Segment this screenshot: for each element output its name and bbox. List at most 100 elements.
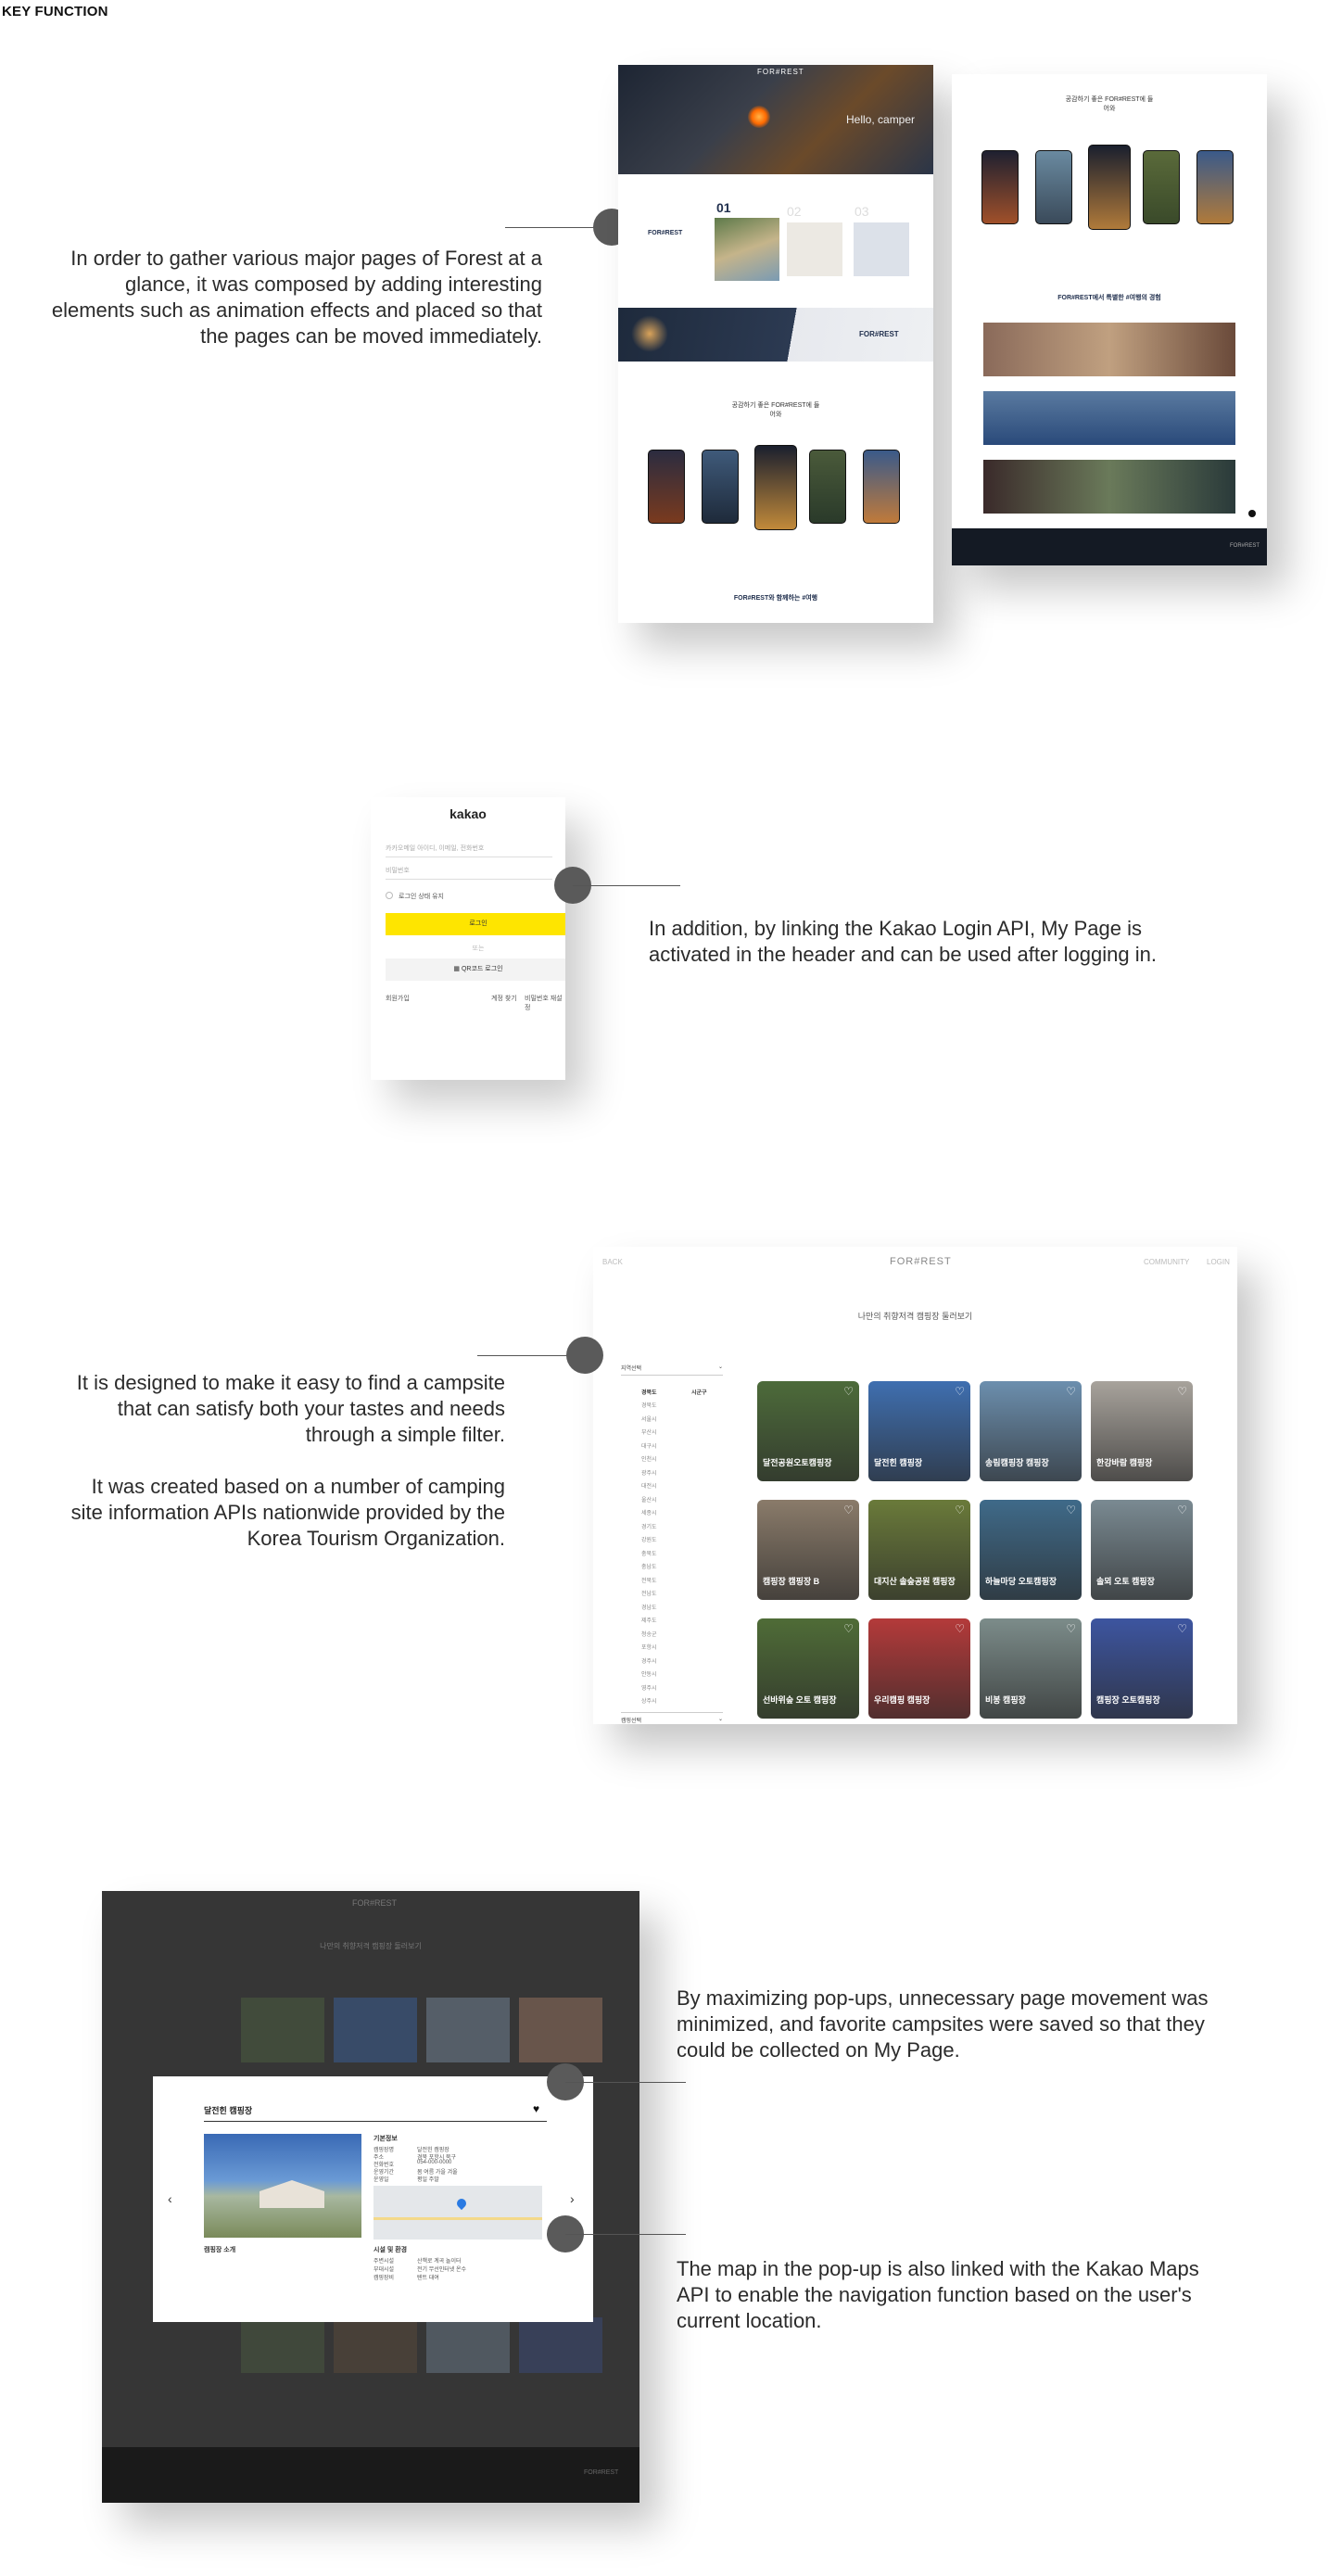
- login-description: In addition, by linking the Kakao Login …: [649, 916, 1223, 968]
- heart-icon[interactable]: ♡: [843, 1622, 854, 1635]
- heart-icon[interactable]: ♡: [1177, 1504, 1187, 1516]
- scroll-top-button[interactable]: [1248, 510, 1256, 517]
- kakao-login-button[interactable]: 로그인: [386, 913, 565, 935]
- back-link[interactable]: BACK: [602, 1258, 623, 1266]
- bg-thumb-3: [426, 1998, 510, 2062]
- next-arrow-icon[interactable]: ›: [570, 2191, 575, 2206]
- desc-header: 캠핑장 소개: [204, 2247, 236, 2253]
- sub-card-3[interactable]: [1088, 145, 1131, 230]
- heart-icon[interactable]: ♡: [1177, 1385, 1187, 1398]
- filter-description-text-2: It was created based on a number of camp…: [70, 1475, 505, 1550]
- popup-bg-logo: FOR#REST: [352, 1898, 398, 1908]
- camp-filter[interactable]: 캠핑선택 ⌄: [621, 1712, 723, 1724]
- region-option[interactable]: 경기도: [641, 1522, 657, 1530]
- region-option[interactable]: 광주시: [641, 1468, 657, 1477]
- community-card-4[interactable]: [809, 450, 846, 524]
- community-card-3[interactable]: [754, 445, 797, 530]
- region-option[interactable]: 영주시: [641, 1683, 657, 1692]
- campsite-card[interactable]: ♡ 대지산 솔숲공원 캠핑장: [868, 1500, 970, 1600]
- map-pin-icon[interactable]: [454, 2196, 469, 2211]
- community-card-1[interactable]: [648, 450, 685, 524]
- heart-icon[interactable]: ♡: [843, 1504, 854, 1516]
- region-option[interactable]: 경북도: [641, 1401, 657, 1409]
- region-option[interactable]: 전남도: [641, 1589, 657, 1597]
- region-option[interactable]: 상주시: [641, 1696, 657, 1705]
- hero-logo[interactable]: FOR#REST: [757, 68, 804, 76]
- region-option[interactable]: 대구시: [641, 1441, 657, 1450]
- heart-icon[interactable]: ♡: [843, 1385, 854, 1398]
- community-card-5[interactable]: [863, 450, 900, 524]
- region-option[interactable]: 충북도: [641, 1549, 657, 1557]
- campsite-card[interactable]: ♡ 송림캠핑장 캠핑장: [980, 1381, 1082, 1481]
- campsite-card[interactable]: ♡ 선바위숲 오토 캠핑장: [757, 1618, 859, 1719]
- campsite-card[interactable]: ♡ 솔뫼 오토 캠핑장: [1091, 1500, 1193, 1600]
- slider-image-1[interactable]: [715, 218, 779, 281]
- region-option[interactable]: 안동시: [641, 1669, 657, 1678]
- campsite-name: 캠핑장 오토캠핑장: [1096, 1695, 1160, 1705]
- region-option[interactable]: 전북도: [641, 1576, 657, 1584]
- list-logo[interactable]: FOR#REST: [890, 1256, 952, 1267]
- heart-icon[interactable]: ♥: [533, 2102, 539, 2115]
- kakao-password-input[interactable]: 비밀번호: [386, 866, 552, 880]
- heart-icon[interactable]: ♡: [1177, 1622, 1187, 1635]
- region-option[interactable]: 대전시: [641, 1481, 657, 1490]
- filter-col-district[interactable]: 시군구: [691, 1388, 707, 1396]
- campsite-card[interactable]: ♡ 하늘마당 오토캠핑장: [980, 1500, 1082, 1600]
- region-option[interactable]: 포항시: [641, 1643, 657, 1651]
- campsite-card[interactable]: ♡ 달전힌 캠핑장: [868, 1381, 970, 1481]
- region-option[interactable]: 제주도: [641, 1616, 657, 1624]
- slider-number-1[interactable]: 01: [716, 200, 731, 215]
- campsite-card[interactable]: ♡ 캠핑장 캠핑장 B: [757, 1500, 859, 1600]
- find-account-link[interactable]: 계정 찾기: [491, 994, 517, 1003]
- community-link[interactable]: COMMUNITY: [1144, 1258, 1189, 1266]
- slider-number-2[interactable]: 02: [787, 204, 802, 219]
- community-card-2[interactable]: [702, 450, 739, 524]
- region-filter[interactable]: 지역선택 ⌄: [621, 1364, 723, 1376]
- region-option[interactable]: 부산시: [641, 1428, 657, 1436]
- sub-card-4[interactable]: [1143, 150, 1180, 224]
- login-link[interactable]: LOGIN: [1207, 1258, 1230, 1266]
- signup-link[interactable]: 회원가입: [386, 994, 410, 1003]
- region-option[interactable]: 경남도: [641, 1603, 657, 1611]
- heart-icon[interactable]: ♡: [955, 1385, 965, 1398]
- heart-icon[interactable]: ♡: [1066, 1385, 1076, 1398]
- reset-password-link[interactable]: 비밀번호 재설정: [525, 994, 565, 1012]
- kakao-map[interactable]: [373, 2186, 542, 2240]
- heart-icon[interactable]: ♡: [955, 1622, 965, 1635]
- story-banner-2[interactable]: [983, 391, 1235, 445]
- campsite-name: 송림캠핑장 캠핑장: [985, 1458, 1049, 1467]
- sub-card-2[interactable]: [1035, 150, 1072, 224]
- region-option[interactable]: 경주시: [641, 1656, 657, 1665]
- qr-icon: ▦: [453, 966, 462, 972]
- campsite-card[interactable]: ♡ 우리캠핑 캠핑장: [868, 1618, 970, 1719]
- story-banner-1[interactable]: [983, 323, 1235, 376]
- chevron-down-icon: ⌄: [717, 1717, 723, 1722]
- slider-number-3[interactable]: 03: [855, 204, 869, 219]
- keep-login-checkbox[interactable]: [386, 892, 393, 899]
- region-option[interactable]: 울산시: [641, 1495, 657, 1504]
- campsite-card[interactable]: ♡ 달전공원오토캠핑장: [757, 1381, 859, 1481]
- heart-icon[interactable]: ♡: [1066, 1504, 1076, 1516]
- kakao-email-input[interactable]: 카카오메일 아이디, 이메일, 전화번호: [386, 844, 552, 857]
- slider-image-3[interactable]: [854, 222, 909, 276]
- campsite-name: 캠핑장 캠핑장 B: [763, 1577, 820, 1586]
- promo-brand: FOR#REST: [859, 330, 899, 338]
- region-option[interactable]: 충남도: [641, 1562, 657, 1570]
- heart-icon[interactable]: ♡: [955, 1504, 965, 1516]
- prev-arrow-icon[interactable]: ‹: [168, 2191, 172, 2206]
- heart-icon[interactable]: ♡: [1066, 1622, 1076, 1635]
- region-option[interactable]: 세종시: [641, 1508, 657, 1516]
- region-option[interactable]: 강원도: [641, 1535, 657, 1543]
- region-option[interactable]: 서울시: [641, 1415, 657, 1423]
- sub-card-1[interactable]: [981, 150, 1019, 224]
- campsite-card[interactable]: ♡ 비봉 캠핑장: [980, 1618, 1082, 1719]
- sub-card-5[interactable]: [1196, 150, 1234, 224]
- filter-col-province[interactable]: 경북도: [641, 1388, 657, 1396]
- slider-image-2[interactable]: [787, 222, 842, 276]
- region-option[interactable]: 인천시: [641, 1454, 657, 1463]
- campsite-card[interactable]: ♡ 캠핑장 오토캠핑장: [1091, 1618, 1193, 1719]
- region-option[interactable]: 청송군: [641, 1630, 657, 1638]
- campsite-card[interactable]: ♡ 한강바람 캠핑장: [1091, 1381, 1193, 1481]
- qr-login-button[interactable]: ▦ QR코드 로그인: [386, 958, 565, 981]
- story-banner-3[interactable]: [983, 460, 1235, 514]
